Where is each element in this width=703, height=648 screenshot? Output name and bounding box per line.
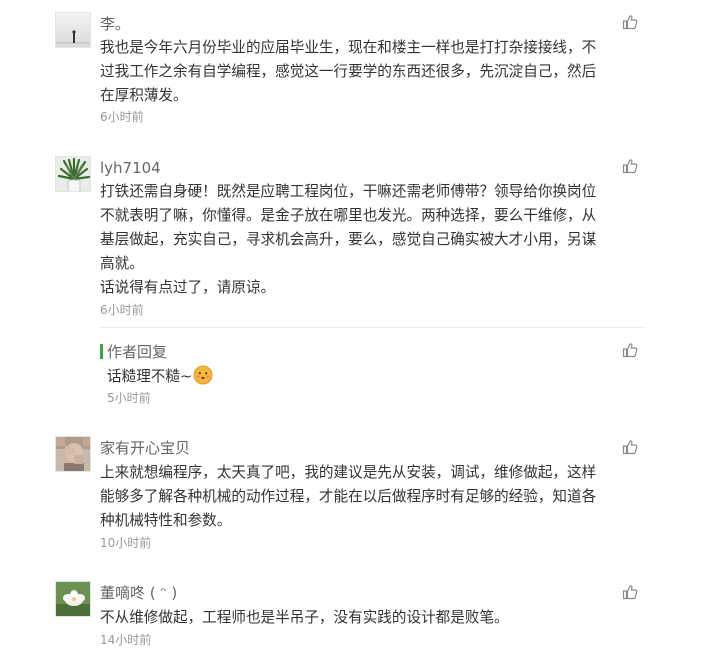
author-reply-label: 作者回复 bbox=[107, 343, 168, 361]
user-avatar[interactable] bbox=[55, 581, 91, 617]
thumbs-up-icon[interactable] bbox=[622, 158, 638, 174]
author-reply-marker bbox=[100, 344, 103, 359]
reply-text: 话糙理不糙~ bbox=[107, 368, 193, 385]
author-reply-text: 话糙理不糙~ bbox=[107, 365, 655, 389]
comment-timestamp: 10小时前 bbox=[100, 536, 152, 550]
comment-timestamp: 6小时前 bbox=[100, 110, 144, 124]
comment-text: 打铁还需自身硬！既然是应聘工程岗位，干嘛还需老师傅带？领导给你换岗位 不就表明了… bbox=[100, 180, 648, 300]
user-avatar[interactable] bbox=[55, 436, 91, 472]
comment-line: 过我工作之余有自学编程，感觉这一行要学的东西还很多，先沉淀自己，然后 bbox=[100, 63, 597, 80]
thumbs-up-icon[interactable] bbox=[622, 14, 638, 30]
blushing-face-emoji bbox=[193, 365, 213, 385]
author-reply-timestamp: 5小时前 bbox=[107, 391, 151, 405]
user-avatar[interactable] bbox=[55, 156, 91, 192]
comment-line: 在厚积薄发。 bbox=[100, 87, 188, 104]
comment-line: 基层做起，充实自己，寻求机会高升，要么，感觉自己确实被大才小用，另谋 bbox=[100, 231, 597, 248]
comment-line: 我也是今年六月份毕业的应届毕业生，现在和楼主一样也是打打杂接接线，不 bbox=[100, 39, 597, 56]
user-avatar[interactable] bbox=[55, 12, 91, 48]
comment-text: 我也是今年六月份毕业的应届毕业生，现在和楼主一样也是打打杂接接线，不 过我工作之… bbox=[100, 36, 648, 108]
reply-divider bbox=[100, 327, 646, 328]
comment-line: 打铁还需自身硬！既然是应聘工程岗位，干嘛还需老师傅带？领导给你换岗位 bbox=[100, 183, 597, 200]
comment-text: 上来就想编程序，太天真了吧，我的建议是先从安装，调试，维修做起，这样 能够多了解… bbox=[100, 461, 648, 533]
comment-line: 话说得有点过了，请原谅。 bbox=[100, 279, 276, 296]
comment-line: 高就。 bbox=[100, 255, 144, 272]
comment-author[interactable]: 董嘀咚 ( ᵔ ) bbox=[100, 583, 177, 603]
thumbs-up-icon[interactable] bbox=[622, 584, 638, 600]
comment-line: 能够多了解各种机械的动作过程，才能在以后做程序时有足够的经验，知道各 bbox=[100, 488, 597, 505]
comment-line: 上来就想编程序，太天真了吧，我的建议是先从安装，调试，维修做起，这样 bbox=[100, 464, 597, 481]
comment-line: 不就表明了嘛，你懂得。是金子放在哪里也发光。两种选择，要么干维修，从 bbox=[100, 207, 597, 224]
comment-line: 种机械特性和参数。 bbox=[100, 512, 232, 529]
comment-author[interactable]: 家有开心宝贝 bbox=[100, 438, 190, 458]
thumbs-up-icon[interactable] bbox=[622, 439, 638, 455]
comment-author[interactable]: 李。 bbox=[100, 14, 130, 34]
comment-text: 不从维修做起，工程师也是半吊子，没有实践的设计都是败笔。 bbox=[100, 606, 648, 630]
comment-timestamp: 6小时前 bbox=[100, 303, 144, 317]
comment-author[interactable]: lyh7104 bbox=[100, 158, 161, 178]
comment-line: 不从维修做起，工程师也是半吊子，没有实践的设计都是败笔。 bbox=[100, 609, 509, 626]
thumbs-up-icon[interactable] bbox=[622, 342, 638, 358]
